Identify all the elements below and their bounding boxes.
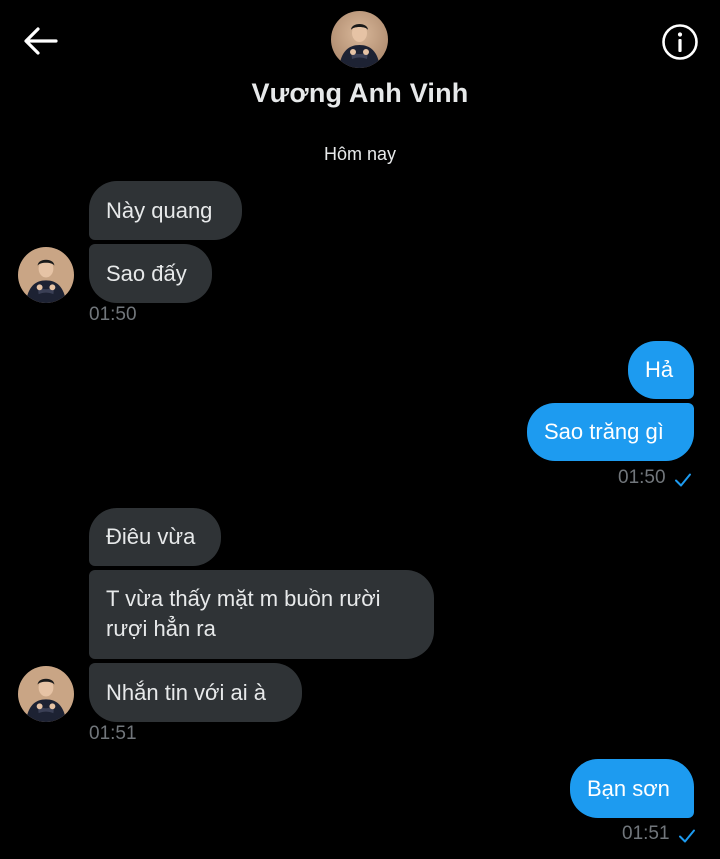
sender-avatar[interactable] xyxy=(18,666,74,722)
contact-name[interactable]: Vương Anh Vinh xyxy=(0,78,720,109)
date-separator: Hôm nay xyxy=(323,144,397,164)
message-bubble-incoming[interactable]: Sao đấy xyxy=(89,244,212,303)
sender-avatar[interactable] xyxy=(18,247,74,303)
message-timestamp: 01:50 xyxy=(89,304,137,325)
arrow-left-icon xyxy=(24,27,58,55)
check-icon xyxy=(678,829,695,843)
message-bubble-outgoing[interactable]: Hả xyxy=(628,341,694,399)
message-bubble-incoming[interactable]: Nhắn tin với ai à xyxy=(89,663,302,722)
message-bubble-incoming[interactable]: Này quang xyxy=(89,181,242,240)
message-meta: 01:50 xyxy=(618,467,692,489)
message-timestamp: 01:51 xyxy=(89,723,137,744)
check-icon xyxy=(674,473,691,487)
message-bubble-outgoing[interactable]: Bạn sơn xyxy=(570,759,694,818)
message-bubble-incoming[interactable]: Điêu vừa xyxy=(89,508,221,566)
message-meta: 01:51 xyxy=(89,723,137,745)
message-bubble-incoming[interactable]: T vừa thấy mặt m buồn rười rượi hẳn ra xyxy=(89,570,434,659)
contact-avatar[interactable] xyxy=(331,11,388,68)
message-timestamp: 01:51 xyxy=(622,823,670,844)
info-circle-icon xyxy=(662,24,698,60)
message-timestamp: 01:50 xyxy=(618,467,666,488)
back-button[interactable] xyxy=(18,20,64,62)
message-bubble-outgoing[interactable]: Sao trăng gì xyxy=(527,403,694,461)
message-meta: 01:51 xyxy=(622,823,696,845)
message-meta: 01:50 xyxy=(89,304,137,326)
info-button[interactable] xyxy=(656,18,704,66)
